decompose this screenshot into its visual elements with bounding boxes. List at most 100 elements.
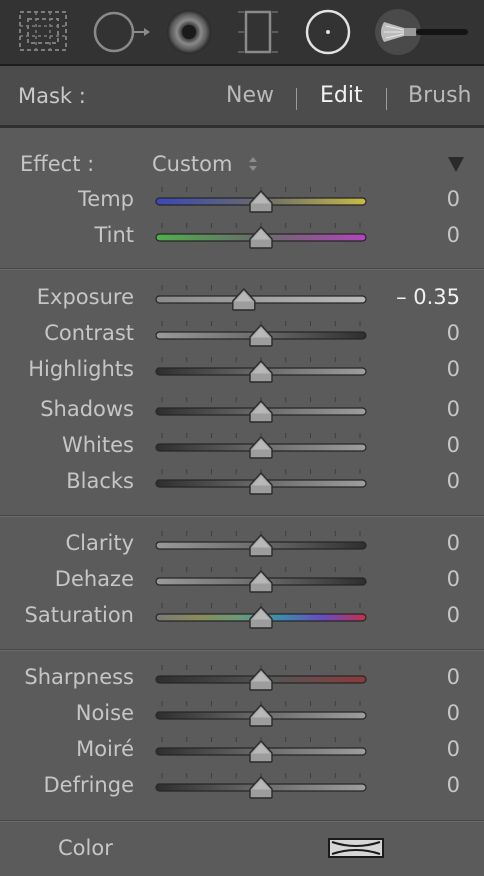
slider-label: Highlights: [28, 357, 134, 381]
mask-edit-button[interactable]: Edit: [320, 83, 363, 108]
adjustment-brush-tool[interactable]: [374, 4, 474, 60]
mask-separator: [296, 88, 297, 110]
slider-label: Temp: [78, 187, 134, 211]
section-divider: [0, 268, 484, 270]
slider-thumb[interactable]: [249, 359, 273, 383]
slider-thumb[interactable]: [249, 189, 273, 213]
slider-row-defringe: Defringe 0: [0, 772, 484, 802]
slider-track[interactable]: [148, 355, 374, 385]
mask-separator: [386, 88, 387, 110]
slider-label: Saturation: [24, 603, 134, 627]
adjustment-brush-icon: [375, 9, 468, 55]
color-label: Color: [58, 836, 113, 860]
slider-row-shadows: Shadows 0: [0, 396, 484, 426]
slider-value[interactable]: 0: [447, 223, 460, 247]
slider-label: Dehaze: [54, 567, 134, 591]
red-eye-tool[interactable]: [164, 4, 216, 60]
color-swatch[interactable]: [328, 838, 384, 858]
slider-thumb[interactable]: [249, 471, 273, 495]
slider-track[interactable]: [148, 221, 374, 251]
slider-value[interactable]: – 0.35: [396, 285, 460, 309]
mask-bar: Mask : New Edit Brush: [0, 66, 484, 128]
slider-label: Whites: [61, 433, 134, 457]
slider-row-contrast: Contrast 0: [0, 320, 484, 350]
slider-label: Sharpness: [24, 665, 134, 689]
slider-thumb[interactable]: [249, 225, 273, 249]
slider-label: Shadows: [40, 397, 134, 421]
slider-value[interactable]: 0: [447, 469, 460, 493]
section-divider: [0, 649, 484, 651]
updown-arrows-icon[interactable]: [247, 154, 259, 174]
slider-value[interactable]: 0: [447, 357, 460, 381]
slider-track[interactable]: [148, 283, 374, 313]
slider-thumb[interactable]: [249, 533, 273, 557]
slider-thumb[interactable]: [249, 435, 273, 459]
slider-label: Clarity: [65, 531, 135, 555]
slider-value[interactable]: 0: [447, 567, 460, 591]
slider-value[interactable]: 0: [447, 701, 460, 725]
slider-row-noise: Noise 0: [0, 700, 484, 730]
tool-strip: [0, 0, 484, 66]
slider-value[interactable]: 0: [447, 397, 460, 421]
mask-new-button[interactable]: New: [226, 83, 274, 108]
radial-filter-icon: [305, 9, 351, 55]
slider-track[interactable]: [148, 565, 374, 595]
slider-value[interactable]: 0: [447, 665, 460, 689]
effect-preset-select[interactable]: Custom: [152, 152, 232, 176]
slider-thumb[interactable]: [232, 287, 256, 311]
slider-thumb[interactable]: [249, 605, 273, 629]
slider-thumb[interactable]: [249, 739, 273, 763]
slider-value[interactable]: 0: [447, 433, 460, 457]
slider-row-highlights: Highlights 0: [0, 356, 484, 386]
slider-thumb[interactable]: [249, 399, 273, 423]
slider-track[interactable]: [148, 467, 374, 497]
slider-row-saturation: Saturation 0: [0, 602, 484, 632]
slider-value[interactable]: 0: [447, 737, 460, 761]
section-divider: [0, 820, 484, 822]
radial-filter-tool[interactable]: [302, 4, 356, 60]
slider-track[interactable]: [148, 699, 374, 729]
slider-track[interactable]: [148, 771, 374, 801]
graduated-filter-tool[interactable]: [232, 4, 284, 60]
slider-label: Moiré: [76, 737, 134, 761]
slider-value[interactable]: 0: [447, 773, 460, 797]
spot-removal-tool[interactable]: [90, 4, 152, 60]
slider-row-dehaze: Dehaze 0: [0, 566, 484, 596]
slider-value[interactable]: 0: [447, 603, 460, 627]
spot-removal-icon: [93, 11, 150, 53]
slider-value[interactable]: 0: [447, 187, 460, 211]
graduated-filter-icon: [238, 10, 278, 54]
slider-row-temp: Temp 0: [0, 186, 484, 216]
slider-value[interactable]: 0: [447, 321, 460, 345]
slider-track[interactable]: [148, 529, 374, 559]
effect-label: Effect :: [20, 152, 95, 176]
slider-row-moire: Moiré 0: [0, 736, 484, 766]
slider-thumb[interactable]: [249, 703, 273, 727]
mask-label: Mask :: [18, 84, 86, 108]
mask-brush-button[interactable]: Brush: [408, 83, 472, 108]
adjustment-brush-panel: Mask : New Edit Brush Effect : Custom Te…: [0, 0, 484, 876]
slider-track[interactable]: [148, 395, 374, 425]
slider-track[interactable]: [148, 601, 374, 631]
slider-label: Defringe: [43, 773, 134, 797]
slider-track[interactable]: [148, 319, 374, 349]
slider-thumb[interactable]: [249, 323, 273, 347]
slider-thumb[interactable]: [249, 569, 273, 593]
slider-row-clarity: Clarity 0: [0, 530, 484, 560]
slider-row-sharpness: Sharpness 0: [0, 664, 484, 694]
slider-label: Contrast: [44, 321, 134, 345]
slider-track[interactable]: [148, 431, 374, 461]
slider-thumb[interactable]: [249, 775, 273, 799]
slider-track[interactable]: [148, 663, 374, 693]
slider-track[interactable]: [148, 185, 374, 215]
crop-overlay-tool[interactable]: [14, 4, 72, 60]
crop-overlay-icon: [19, 11, 67, 51]
slider-value[interactable]: 0: [447, 531, 460, 555]
collapse-triangle-icon[interactable]: [447, 155, 465, 173]
slider-row-tint: Tint 0: [0, 222, 484, 252]
red-eye-icon: [167, 10, 211, 54]
slider-track[interactable]: [148, 735, 374, 765]
slider-label: Blacks: [66, 469, 134, 493]
slider-row-whites: Whites 0: [0, 432, 484, 462]
slider-thumb[interactable]: [249, 667, 273, 691]
